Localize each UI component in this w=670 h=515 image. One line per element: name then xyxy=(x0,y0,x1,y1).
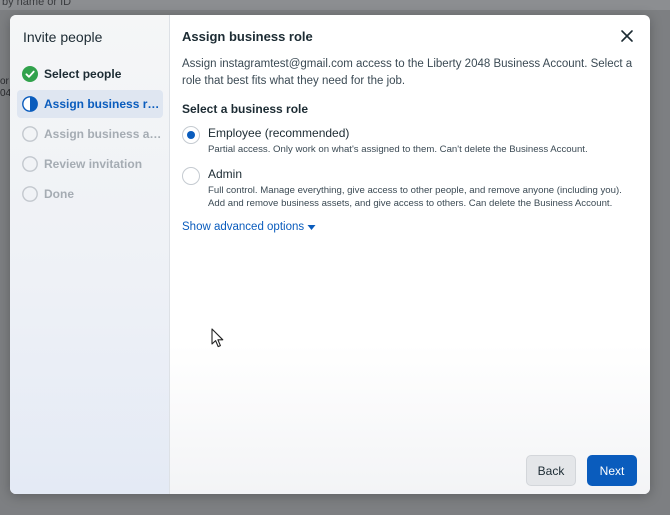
step-assign-business-assets[interactable]: Assign business ass... xyxy=(17,120,163,148)
half-circle-icon xyxy=(22,96,38,112)
dialog-description: Assign instagramtest@gmail.com access to… xyxy=(182,58,633,87)
steps-list: Select people Assign business role Assig… xyxy=(10,60,169,208)
role-description: Full control. Manage everything, give ac… xyxy=(208,185,622,209)
dialog-footer: Back Next xyxy=(526,455,637,486)
steps-sidebar: Invite people Select people Assign busin… xyxy=(10,15,170,494)
role-option-employee[interactable]: Employee (recommended) Partial access. O… xyxy=(182,125,637,156)
role-description: Partial access. Only work on what's assi… xyxy=(208,144,588,155)
step-label: Assign business ass... xyxy=(44,127,163,141)
mouse-pointer-icon xyxy=(211,328,224,348)
close-icon xyxy=(621,30,633,42)
role-option-text: Admin Full control. Manage everything, g… xyxy=(208,166,628,210)
empty-circle-icon xyxy=(22,126,38,142)
sidebar-title: Invite people xyxy=(23,29,103,45)
admin-radio[interactable] xyxy=(182,167,200,185)
dialog-content: Assign business role Assign instagramtes… xyxy=(170,15,650,494)
invite-people-dialog: Invite people Select people Assign busin… xyxy=(10,15,650,494)
role-option-admin[interactable]: Admin Full control. Manage everything, g… xyxy=(182,166,637,210)
step-label: Select people xyxy=(44,67,122,81)
empty-circle-icon xyxy=(22,186,38,202)
background-clipped-text: or xyxy=(0,76,9,87)
dialog-title: Assign business role xyxy=(182,29,313,44)
step-assign-business-role[interactable]: Assign business role xyxy=(17,90,163,118)
background-top-strip xyxy=(0,0,670,10)
close-button[interactable] xyxy=(615,24,639,48)
dialog-header: Assign business role xyxy=(182,15,637,57)
back-button[interactable]: Back xyxy=(526,455,576,486)
step-review-invitation[interactable]: Review invitation xyxy=(17,150,163,178)
role-title: Admin xyxy=(208,167,243,181)
step-select-people[interactable]: Select people xyxy=(17,60,163,88)
check-circle-icon xyxy=(22,66,38,82)
step-label: Assign business role xyxy=(44,97,163,111)
step-label: Review invitation xyxy=(44,157,143,171)
role-section-label: Select a business role xyxy=(182,102,309,116)
role-option-text: Employee (recommended) Partial access. O… xyxy=(208,125,628,156)
employee-radio[interactable] xyxy=(182,126,200,144)
background-search-hint: by name or ID xyxy=(2,0,72,8)
step-done[interactable]: Done xyxy=(17,180,163,208)
caret-down-icon xyxy=(307,224,316,230)
role-title: Employee (recommended) xyxy=(208,126,350,140)
empty-circle-icon xyxy=(22,156,38,172)
advanced-link-label: Show advanced options xyxy=(182,221,305,233)
step-label: Done xyxy=(44,187,74,201)
show-advanced-options-link[interactable]: Show advanced options xyxy=(182,221,316,233)
next-button[interactable]: Next xyxy=(587,455,637,486)
